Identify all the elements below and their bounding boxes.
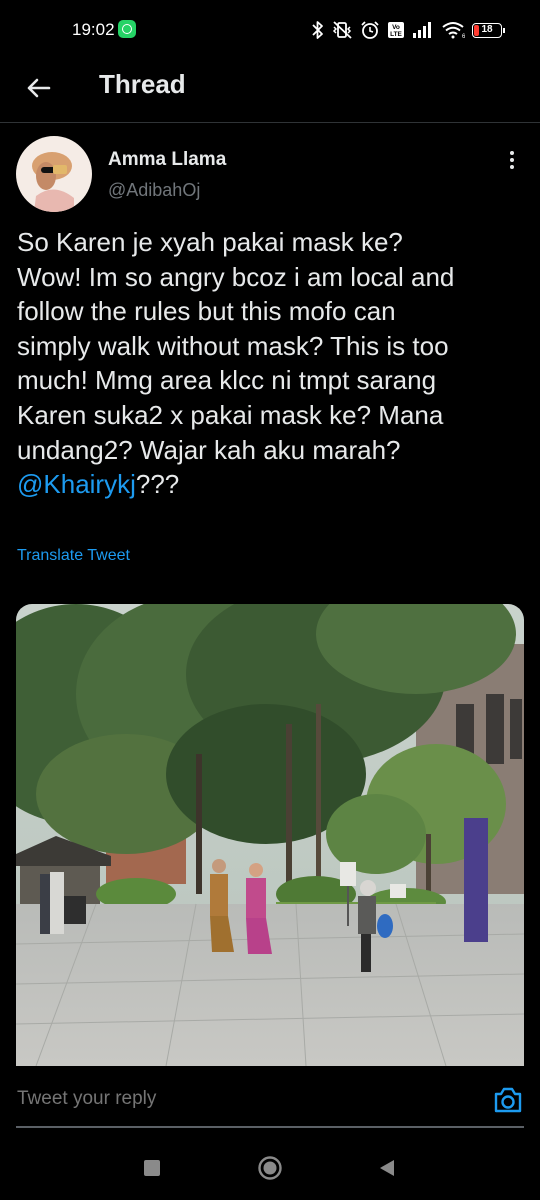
tweet-text-line-last: @Khairykj??? [17, 467, 527, 502]
more-options-button[interactable] [500, 148, 524, 172]
tweet-text-line: Wow! Im so angry bcoz i am local and [17, 261, 455, 292]
system-back-button[interactable] [378, 1158, 396, 1178]
back-button[interactable] [22, 70, 58, 106]
tweet-text: So Karen je xyah pakai mask ke? Wow! Im … [17, 225, 527, 502]
svg-text:LTE: LTE [390, 31, 402, 38]
avatar[interactable] [16, 136, 92, 212]
author-handle[interactable]: @AdibahOj [108, 180, 200, 201]
tweet-text-line: undang2? Wajar kah aku marah? [17, 434, 401, 465]
arrow-left-icon [27, 78, 51, 98]
reply-underline [16, 1126, 524, 1128]
tweet-text-line: much! Mmg area klcc ni tmpt sarang [17, 365, 437, 396]
status-icons: Vo LTE 6 18 [312, 19, 505, 41]
author-name[interactable]: Amma Llama [108, 149, 226, 171]
tweet-text-line: simply walk without mask? This is too [17, 330, 449, 361]
tweet-text-line: So Karen je xyah pakai mask ke? [17, 227, 403, 257]
tweet-photo[interactable] [16, 604, 524, 1066]
recents-button[interactable] [144, 1160, 160, 1176]
volte-icon: Vo LTE [388, 22, 404, 38]
status-bar: 19:02 Vo LTE 6 18 [0, 0, 540, 60]
translate-tweet-link[interactable]: Translate Tweet [17, 547, 130, 565]
home-circle-icon [258, 1156, 282, 1180]
battery-icon: 18 [472, 22, 505, 38]
reply-input[interactable] [17, 1088, 417, 1110]
status-time: 19:02 [72, 20, 115, 39]
battery-fill [474, 24, 479, 36]
home-button[interactable] [257, 1155, 283, 1181]
tweet-text-line: Karen suka2 x pakai mask ke? Mana [17, 399, 444, 430]
tweet-text-line: follow the rules but this mofo can [17, 296, 396, 327]
bluetooth-icon [312, 21, 323, 39]
thread-header: Thread [0, 60, 540, 123]
page-title: Thread [99, 69, 186, 99]
whatsapp-icon [118, 20, 136, 38]
avatar-image [16, 136, 92, 212]
battery-level: 18 [481, 23, 493, 35]
signal-icon [413, 22, 431, 38]
camera-icon [494, 1087, 522, 1113]
mention-link[interactable]: @Khairykj [17, 469, 136, 499]
camera-button[interactable] [490, 1082, 526, 1118]
alarm-icon [361, 21, 379, 39]
reply-bar [0, 1066, 540, 1130]
vibrate-icon [332, 21, 352, 39]
photo-image [16, 604, 524, 1066]
system-nav-bar [0, 1130, 540, 1200]
more-vertical-icon [510, 151, 514, 169]
mention-suffix: ??? [135, 469, 180, 500]
triangle-back-icon [380, 1160, 394, 1176]
svg-text:Vo: Vo [392, 24, 400, 31]
svg-text:6: 6 [462, 34, 465, 39]
wifi-icon: 6 [442, 22, 465, 39]
